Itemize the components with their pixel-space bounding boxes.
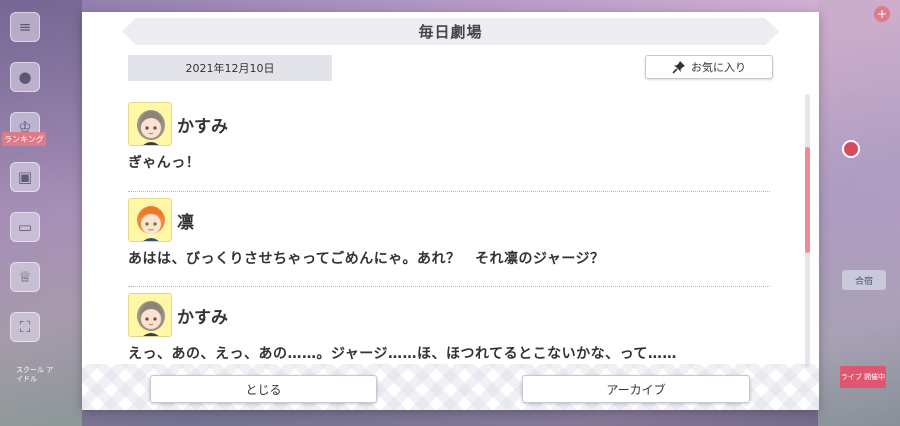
kasumi-avatar (128, 293, 172, 337)
speaker-row: 凛 (128, 198, 770, 242)
dialog-header: 毎日劇場 (122, 18, 779, 45)
speaker-row: かすみ (128, 102, 770, 146)
dialogue-entry: かすみ ぎゃんっ！ (128, 102, 770, 172)
entry-divider (128, 191, 770, 192)
entry-divider (128, 286, 770, 287)
speaker-row: かすみ (128, 293, 770, 337)
close-button[interactable]: とじる (150, 375, 377, 403)
camp-tag[interactable]: 合宿 (842, 270, 886, 290)
dialog-title: 毎日劇場 (418, 23, 483, 41)
plus-icon[interactable]: + (874, 6, 890, 22)
dialogue-entry: 凛 あはは、びっくりさせちゃってごめんにゃ。あれ？ それ凛のジャージ？ (128, 198, 770, 268)
dialogue-text: えっ、あの、えっ、あの……。ジャージ……ほ、ほつれてるとこないかな、って…… (128, 346, 677, 362)
kasumi-avatar (128, 102, 172, 146)
chat-icon[interactable]: ● (10, 62, 40, 92)
speaker-name: 凛 (177, 212, 194, 233)
background-bottom-strip (82, 410, 818, 426)
background-right-panel: + 合宿 ライブ 開催中 (818, 0, 900, 426)
ranking-tag: ランキング (2, 132, 46, 146)
speaker-name: かすみ (177, 116, 228, 137)
scroll-thumb[interactable] (805, 147, 810, 253)
dialogue-text: ぎゃんっ！ (128, 155, 201, 171)
rin-avatar (128, 198, 172, 242)
scrollbar[interactable] (805, 94, 810, 368)
favorite-label: お気に入り (691, 61, 746, 74)
expand-icon[interactable]: ⛶ (10, 312, 40, 342)
dialogue-list[interactable]: かすみ ぎゃんっ！ 凛 あはは、びっくりさせちゃってごめんにゃ。あれ？ それ凛の… (128, 94, 773, 368)
map-pin-icon (842, 140, 860, 158)
favorite-button[interactable]: お気に入り (645, 55, 773, 79)
menu-icon[interactable]: ≡ (10, 12, 40, 42)
background-left-panel: ≡ ● ♔ ランキング ▣ ▭ ♕ ⛶ スクール アイドル (0, 0, 82, 426)
screen-icon[interactable]: ▭ (10, 212, 40, 242)
date-label: 2021年12月10日 (128, 55, 332, 81)
dialogue-text: あはは、びっくりさせちゃってごめんにゃ。あれ？ それ凛のジャージ？ (128, 251, 605, 267)
gift-icon[interactable]: ▣ (10, 162, 40, 192)
side-small-label: スクール アイドル (16, 366, 54, 383)
dialogue-entry: かすみ えっ、あの、えっ、あの……。ジャージ……ほ、ほつれてるとこないかな、って… (128, 293, 770, 363)
archive-button[interactable]: アーカイブ (522, 375, 750, 403)
live-badge[interactable]: ライブ 開催中 (840, 366, 886, 388)
cup-icon[interactable]: ♕ (10, 262, 40, 292)
daily-theater-dialog: 毎日劇場 2021年12月10日 お気に入り かすみ ぎゃんっ！ 凛 あはは、び… (82, 12, 819, 410)
pin-icon (672, 60, 686, 74)
speaker-name: かすみ (177, 307, 228, 328)
